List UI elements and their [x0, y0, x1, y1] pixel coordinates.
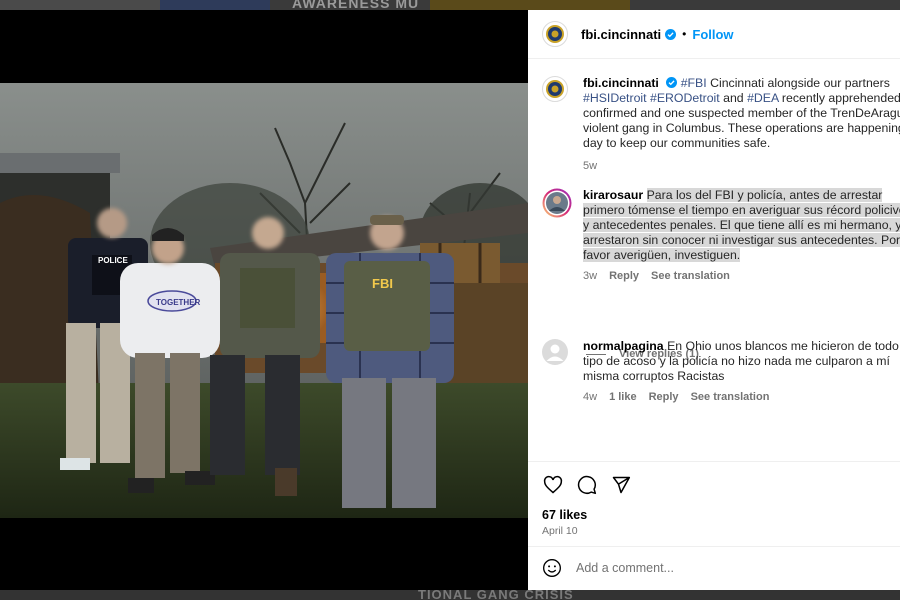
- comment-icon: [577, 475, 597, 495]
- separator-dot: •: [682, 27, 687, 41]
- fbi-seal-icon: [546, 80, 564, 98]
- post-header: fbi.cincinnati • Follow: [528, 10, 900, 59]
- backdrop-top-strip: AWARENESS MU: [0, 0, 900, 10]
- hashtag-fbi[interactable]: #FBI: [681, 76, 707, 90]
- comment-text-line: misma corruptos Racistas: [583, 369, 725, 383]
- comment-timestamp[interactable]: 3w: [583, 269, 597, 284]
- comment-text-line: primero tómense el tiempo en averiguar s…: [583, 203, 900, 217]
- hashtag-erodetroit[interactable]: #ERODetroit: [650, 91, 720, 105]
- emoji-icon[interactable]: [542, 558, 562, 578]
- post-caption: fbi.cincinnati #FBI Cincinnati alongside…: [542, 76, 900, 174]
- arrest-photo: POLICE TOGETHER FBI: [0, 83, 528, 518]
- caption-username[interactable]: fbi.cincinnati: [583, 76, 659, 90]
- share-icon: [612, 476, 631, 494]
- verified-badge-icon: [666, 77, 678, 88]
- heart-icon: [543, 475, 563, 494]
- like-button[interactable]: [542, 474, 564, 496]
- vest-fbi-label: FBI: [372, 276, 393, 291]
- see-translation-button[interactable]: See translation: [651, 269, 730, 284]
- comment-text-line: arrestaron sin conocer ni investigar sus…: [583, 233, 900, 247]
- backdrop-bottom-text: TIONAL GANG CRISIS: [418, 590, 574, 600]
- comment-text-line: Para los del FBI y policía, antes de arr…: [646, 188, 883, 202]
- comment-text-line: tipo de acoso y la policía no hizo nada …: [583, 354, 890, 368]
- comment-username[interactable]: normalpagina: [583, 339, 664, 353]
- likes-count[interactable]: 67 likes: [542, 508, 587, 522]
- comment-timestamp[interactable]: 4w: [583, 390, 597, 405]
- backdrop-bottom-strip: TIONAL GANG CRISIS: [0, 590, 900, 600]
- action-icons: [542, 474, 632, 496]
- post-photo: POLICE TOGETHER FBI: [0, 83, 528, 518]
- comments-section: fbi.cincinnati #FBI Cincinnati alongside…: [528, 60, 900, 460]
- comment-likes[interactable]: 1 like: [609, 390, 637, 405]
- backdrop-top-text: AWARENESS MU: [292, 0, 420, 10]
- follow-button[interactable]: Follow: [692, 27, 733, 42]
- share-button[interactable]: [610, 474, 632, 496]
- post-date[interactable]: April 10: [542, 525, 578, 537]
- commenter-avatar[interactable]: [542, 188, 572, 218]
- caption-text-2: recently apprehended on: [781, 91, 900, 105]
- caption-line-4: violent gang in Columbus. These operatio…: [583, 121, 900, 135]
- verified-badge-icon: [665, 28, 677, 40]
- fbi-seal-icon: [546, 25, 564, 43]
- header-username[interactable]: fbi.cincinnati: [581, 27, 661, 42]
- add-comment-input[interactable]: [576, 561, 856, 575]
- post-media: POLICE TOGETHER FBI: [0, 10, 528, 590]
- caption-avatar[interactable]: [542, 76, 568, 102]
- sweatshirt-label: TOGETHER: [156, 298, 201, 307]
- comment-button[interactable]: [576, 474, 598, 496]
- post-actions-bar: 67 likes April 10: [528, 461, 900, 588]
- caption-and: and: [719, 91, 748, 105]
- caption-text-1: Cincinnati alongside our partners: [706, 76, 890, 90]
- comment-text-line: favor averigüen, investiguen.: [583, 248, 741, 262]
- caption-timestamp[interactable]: 5w: [583, 159, 597, 174]
- caption-line-3: confirmed and one suspected member of th…: [583, 106, 900, 120]
- post-details-panel: fbi.cincinnati • Follow fbi.cincinnati #…: [528, 10, 900, 590]
- hashtag-dea[interactable]: #DEA: [747, 91, 778, 105]
- default-avatar-icon[interactable]: [542, 339, 568, 365]
- hashtag-hsidetroit[interactable]: #HSIDetroit: [583, 91, 647, 105]
- comment-username[interactable]: kirarosaur: [583, 188, 643, 202]
- vest-police-label: POLICE: [98, 256, 128, 265]
- comment-text-line: y antecedentes penales. El que tiene all…: [583, 218, 900, 232]
- comment-text-line: En Ohio unos blancos me hicieron de todo: [667, 339, 899, 353]
- see-translation-button[interactable]: See translation: [691, 390, 770, 405]
- caption-line-5: day to keep our communities safe.: [583, 136, 771, 150]
- profile-avatar[interactable]: [542, 21, 568, 47]
- comment-item: kirarosaur Para los del FBI y policía, a…: [542, 188, 900, 284]
- reply-button[interactable]: Reply: [649, 390, 679, 405]
- reply-button[interactable]: Reply: [609, 269, 639, 284]
- comment-item: normalpagina En Ohio unos blancos me hic…: [542, 339, 900, 405]
- add-comment-bar: [528, 546, 900, 589]
